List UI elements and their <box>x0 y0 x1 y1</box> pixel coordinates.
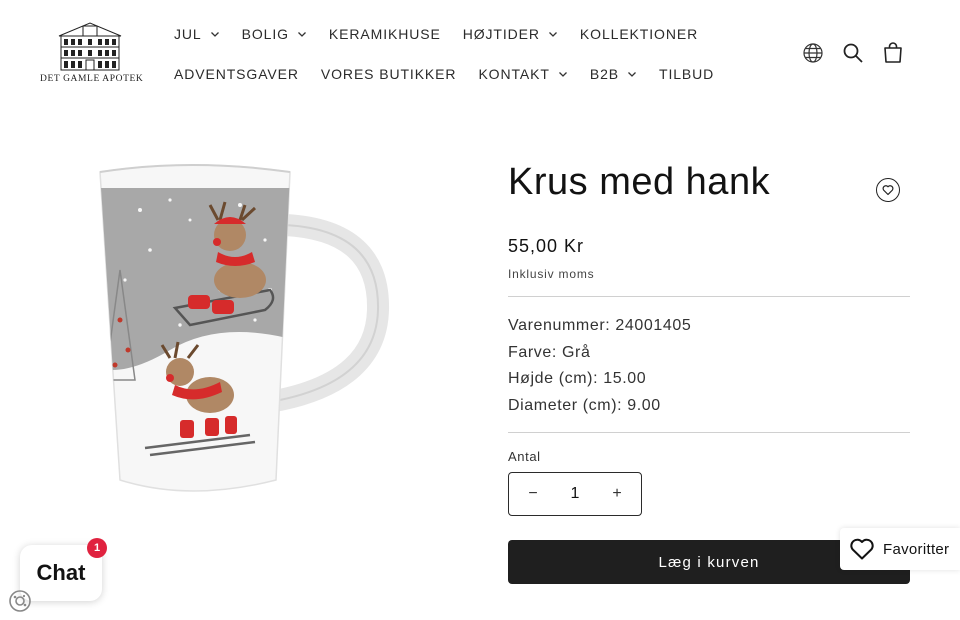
quantity-decrease-button[interactable]: − <box>525 485 541 503</box>
nav-item-label: KERAMIKHUSE <box>328 26 441 42</box>
nav-item-keramikhuse[interactable]: KERAMIKHUSE <box>329 24 441 44</box>
nav-item-label: KONTAKT <box>478 66 550 82</box>
nav-item-jul[interactable]: JUL <box>174 24 220 44</box>
nav-item-label: HØJTIDER <box>462 26 540 42</box>
quantity-input[interactable]: 1 <box>571 485 580 503</box>
product-info: Krus med hank 55,00 Kr Inklusiv moms Var… <box>508 156 910 584</box>
favorites-label: Favoritter <box>883 540 950 558</box>
cookie-settings-icon[interactable] <box>7 588 33 614</box>
product-price: 55,00 Kr <box>508 236 585 256</box>
nav-item-kollektioner[interactable]: KOLLEKTIONER <box>580 24 698 44</box>
nav-item-bolig[interactable]: BOLIG <box>242 24 307 44</box>
quantity-increase-button[interactable]: + <box>609 485 625 503</box>
globe-icon[interactable] <box>800 40 826 66</box>
main-nav-row-2: ADVENTSGAVER VORES BUTIKKER KONTAKT B2B … <box>174 64 736 84</box>
wishlist-heart-button[interactable] <box>876 178 900 202</box>
chat-notification-badge: 1 <box>87 538 107 558</box>
nav-item-tilbud[interactable]: TILBUD <box>659 64 714 84</box>
header-icons <box>800 40 920 66</box>
spec-height: Højde (cm): 15.00 <box>508 370 647 387</box>
product-title: Krus med hank <box>508 161 771 203</box>
tax-note: Inklusiv moms <box>508 267 595 281</box>
product-specs: Varenummer: 24001405 Farve: Grå Højde (c… <box>508 313 910 419</box>
chevron-down-icon <box>210 32 219 37</box>
chevron-down-icon <box>628 72 636 77</box>
building-logo-icon <box>58 22 122 71</box>
nav-item-label: ADVENTSGAVER <box>174 66 299 82</box>
divider <box>508 296 910 297</box>
spec-sku: Varenummer: 24001405 <box>508 317 692 334</box>
nav-item-adventsgaver[interactable]: ADVENTSGAVER <box>174 64 299 84</box>
heart-icon <box>882 185 894 196</box>
chevron-down-icon <box>297 32 306 37</box>
quantity-stepper: − 1 + <box>508 472 642 516</box>
product-image[interactable] <box>80 150 400 520</box>
nav-item-hojtider[interactable]: HØJTIDER <box>463 24 558 44</box>
brand-logo[interactable]: DET GAMLE APOTEK <box>40 20 144 90</box>
spec-color: Farve: Grå <box>508 343 591 361</box>
nav-item-label: VORES BUTIKKER <box>320 66 457 82</box>
brand-name: DET GAMLE APOTEK <box>40 74 144 84</box>
spec-diameter: Diameter (cm): 9.00 <box>508 396 661 414</box>
nav-item-label: JUL <box>174 26 202 42</box>
chevron-down-icon <box>548 32 557 37</box>
divider <box>508 432 910 433</box>
nav-item-label: KOLLEKTIONER <box>579 26 699 42</box>
nav-item-vores-butikker[interactable]: VORES BUTIKKER <box>321 64 457 84</box>
nav-item-label: TILBUD <box>659 66 715 82</box>
favorites-tab[interactable]: Favoritter <box>840 528 960 570</box>
search-icon[interactable] <box>840 40 866 66</box>
cart-icon[interactable] <box>880 40 906 66</box>
nav-item-label: BOLIG <box>241 26 289 42</box>
quantity-label: Antal <box>508 449 541 464</box>
nav-item-label: B2B <box>589 66 619 82</box>
nav-item-b2b[interactable]: B2B <box>590 64 637 84</box>
chevron-down-icon <box>558 72 567 77</box>
chat-label: Chat <box>36 560 86 585</box>
nav-item-kontakt[interactable]: KONTAKT <box>478 64 567 84</box>
heart-icon <box>850 538 874 560</box>
main-nav-row-1: JUL BOLIG KERAMIKHUSE HØJTIDER KOLLEKTIO… <box>174 24 720 44</box>
reindeer-mug-image <box>99 164 390 492</box>
